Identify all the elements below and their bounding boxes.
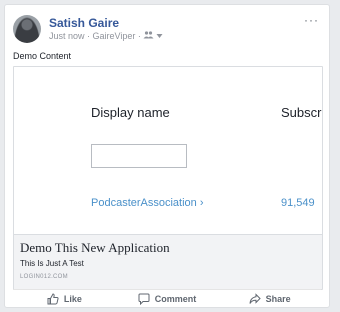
post-timestamp-page: Just now · GaireViper · bbox=[49, 31, 141, 41]
avatar[interactable] bbox=[13, 15, 41, 43]
thumbs-up-icon bbox=[47, 292, 59, 304]
post-text: Demo Content bbox=[13, 51, 72, 61]
like-button[interactable]: Like bbox=[13, 292, 116, 305]
post-card: Satish Gaire Just now · GaireViper · ···… bbox=[4, 4, 330, 308]
column-header-display-name: Display name bbox=[91, 105, 170, 120]
people-icon[interactable] bbox=[143, 31, 154, 41]
preview-title: Demo This New Application bbox=[20, 240, 170, 255]
author-name[interactable]: Satish Gaire bbox=[49, 16, 119, 30]
more-options-icon[interactable]: ··· bbox=[304, 13, 319, 27]
share-button[interactable]: Share bbox=[218, 292, 321, 305]
share-icon bbox=[249, 292, 261, 304]
display-name-input bbox=[91, 144, 187, 168]
like-label: Like bbox=[63, 293, 82, 304]
column-header-subscribers: Subscrib bbox=[281, 105, 322, 120]
chevron-down-icon[interactable] bbox=[156, 31, 163, 41]
preview-image: Display name Subscrib PodcasterAssociati… bbox=[14, 67, 322, 235]
link-preview[interactable]: Display name Subscrib PodcasterAssociati… bbox=[13, 66, 323, 290]
preview-info: Demo This New Application This Is Just A… bbox=[14, 235, 322, 289]
post-header: Satish Gaire Just now · GaireViper · ··· bbox=[13, 13, 321, 43]
share-label: Share bbox=[265, 293, 291, 304]
post-meta: Just now · GaireViper · bbox=[49, 31, 163, 41]
table-row-subscribers: 91,549 bbox=[281, 197, 315, 209]
comment-button[interactable]: Comment bbox=[116, 293, 219, 305]
preview-description: This Is Just A Test bbox=[20, 259, 84, 268]
post-actions: Like Comment Share bbox=[13, 289, 321, 307]
table-row-name: PodcasterAssociation › bbox=[91, 197, 204, 209]
comment-icon bbox=[138, 293, 150, 305]
comment-label: Comment bbox=[154, 293, 197, 304]
preview-domain: LOGIN012.COM bbox=[20, 274, 68, 280]
